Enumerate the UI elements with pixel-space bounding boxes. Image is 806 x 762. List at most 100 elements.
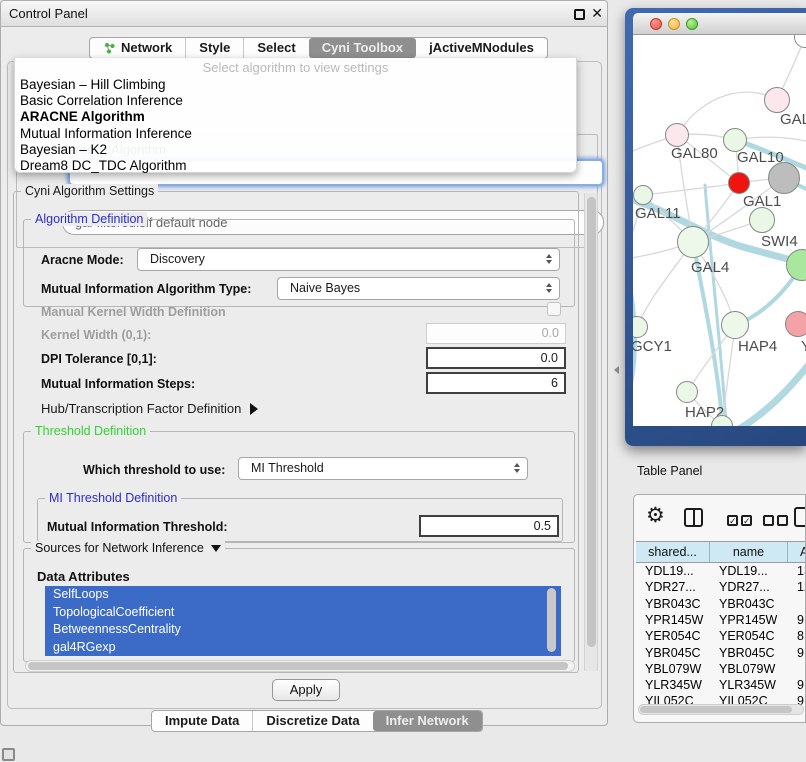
node-gal1[interactable] — [728, 172, 750, 194]
tab-style[interactable]: Style — [185, 38, 243, 58]
hub-definition-expander[interactable]: Hub/Transcription Factor Definition — [41, 401, 258, 416]
table-horizontal-scrollbar[interactable] — [638, 704, 804, 715]
table-cell: YLR345W — [710, 677, 788, 693]
tab-discretize-data[interactable]: Discretize Data — [252, 711, 372, 731]
tab-impute-data[interactable]: Impute Data — [152, 711, 252, 731]
data-attributes-list[interactable]: SelfLoopsTopologicalCoefficientBetweenne… — [45, 586, 561, 656]
node-label-gcy1: GCY1 — [633, 338, 672, 355]
node-y[interactable] — [785, 311, 806, 337]
sources-expander[interactable]: Sources for Network Inference — [31, 541, 225, 555]
select-all-icon[interactable] — [727, 515, 738, 526]
tab-label: Discretize Data — [266, 711, 359, 731]
manual-kernel-width-checkbox[interactable] — [547, 302, 561, 316]
table-cell: 9. — [788, 612, 806, 628]
kernel-width-label: Kernel Width (0,1): — [41, 328, 151, 342]
table-row[interactable]: YBL079WYBL079W — [636, 661, 806, 677]
settings-horizontal-scrollbar[interactable] — [25, 660, 575, 672]
which-threshold-value: MI Threshold — [251, 461, 324, 475]
mi-algorithm-type-value: Naive Bayes — [290, 281, 360, 295]
horizontal-scroll-thumb[interactable] — [28, 662, 568, 670]
table-row[interactable]: YDL19...YDL19...13 — [636, 563, 806, 579]
apply-button[interactable]: Apply — [272, 679, 340, 701]
algorithm-dropdown-placeholder: Select algorithm to view settings — [15, 60, 576, 75]
mac-zoom-button[interactable] — [686, 18, 698, 30]
network-canvas[interactable]: GALGAL80GAL10GAL1GAL11SWI4GAL4GCY1HAP4YH… — [633, 35, 806, 426]
algorithm-option-basic-correlation-inference[interactable]: Basic Correlation Inference — [19, 93, 572, 109]
split-columns-icon[interactable] — [684, 508, 703, 527]
node-gal11[interactable] — [633, 185, 653, 205]
settings-vertical-scrollbar[interactable] — [584, 193, 598, 671]
export-table-icon[interactable] — [794, 507, 806, 527]
collapse-down-icon[interactable] — [211, 545, 221, 552]
node-gal[interactable] — [764, 87, 790, 113]
table-row[interactable]: YDR27...YDR27...12 — [636, 579, 806, 595]
tab-jactivemnodules[interactable]: jActiveMNodules — [416, 38, 547, 58]
column-header-name[interactable]: name — [710, 542, 788, 562]
close-icon[interactable] — [591, 5, 603, 22]
node-hap2[interactable] — [676, 381, 698, 403]
expand-right-icon[interactable] — [250, 403, 258, 415]
aracne-mode-combobox[interactable]: Discovery — [137, 248, 560, 271]
table-cell: YDR27... — [636, 579, 710, 595]
mi-threshold-field[interactable]: 0.5 — [419, 515, 559, 537]
algorithm-option-aracne-algorithm[interactable]: ARACNE Algorithm — [19, 109, 572, 125]
table-row[interactable]: YBR043CYBR043C — [636, 596, 806, 612]
table-row[interactable]: YLR345WYLR345W9. — [636, 677, 806, 693]
table-cell: YDL19... — [710, 563, 788, 579]
algorithm-definition-title: Algorithm Definition — [31, 212, 147, 226]
mi-steps-field[interactable]: 6 — [426, 372, 566, 394]
column-header-shared[interactable]: shared... — [636, 542, 710, 562]
deselect-all-icon[interactable] — [763, 515, 774, 526]
algorithm-option-dream8-dc-tdc-algorithm[interactable]: Dream8 DC_TDC Algorithm — [19, 158, 572, 174]
attribute-betweennesscentrality[interactable]: BetweennessCentrality — [45, 621, 561, 639]
mi-algorithm-type-combobox[interactable]: Naive Bayes — [277, 277, 560, 300]
attributes-vertical-scrollbar[interactable] — [547, 588, 556, 652]
table-cell: YBL079W — [710, 661, 788, 677]
control-panel-titlebar[interactable]: Control Panel — [1, 1, 607, 27]
tab-network[interactable]: Network — [90, 38, 185, 58]
gear-icon[interactable] — [646, 505, 665, 526]
table-hscroll-thumb[interactable] — [640, 706, 792, 713]
kernel-width-field[interactable]: 0.0 — [426, 323, 566, 344]
network-window-titlebar[interactable] — [633, 13, 806, 35]
tab-label: Impute Data — [165, 711, 239, 731]
tab-infer-network[interactable]: Infer Network — [373, 711, 482, 731]
tab-label: Select — [257, 38, 295, 58]
node-hap4[interactable] — [721, 311, 749, 339]
tab-select[interactable]: Select — [243, 38, 308, 58]
algorithm-option-bayesian-hill-climbing[interactable]: Bayesian – Hill Climbing — [19, 77, 572, 93]
algorithm-dropdown-popup: Select algorithm to view settings Bayesi… — [14, 58, 577, 173]
node-gal4[interactable] — [677, 226, 709, 258]
attribute-gal4rgexp[interactable]: gal4RGexp — [45, 639, 561, 657]
mi-steps-label: Mutual Information Steps: — [41, 377, 195, 391]
node-label-gal4: GAL4 — [691, 259, 729, 276]
table-row[interactable]: YPR145WYPR145W9. — [636, 612, 806, 628]
tab-cyni-toolbox[interactable]: Cyni Toolbox — [309, 38, 416, 58]
table-cell: YPR145W — [636, 612, 710, 628]
network-node[interactable] — [768, 162, 800, 194]
node-swi4[interactable] — [749, 207, 775, 233]
splitter-collapse-icon[interactable] — [614, 366, 619, 374]
vertical-scroll-thumb[interactable] — [587, 197, 596, 647]
attribute-selfloops[interactable]: SelfLoops — [45, 586, 561, 604]
table-row[interactable]: YBR045CYBR045C9. — [636, 645, 806, 661]
spinner-arrows-icon — [546, 283, 552, 293]
mac-minimize-button[interactable] — [668, 18, 680, 30]
which-threshold-combobox[interactable]: MI Threshold — [238, 457, 528, 480]
algorithm-option-mutual-information-inference[interactable]: Mutual Information Inference — [19, 126, 572, 142]
column-header-a[interactable]: A — [788, 542, 806, 562]
collapsed-panel-icon[interactable] — [2, 748, 15, 761]
table-row[interactable]: YER054CYER054C8. — [636, 628, 806, 644]
algorithm-option-bayesian-k2[interactable]: Bayesian – K2 — [19, 142, 572, 158]
float-window-icon[interactable] — [574, 9, 585, 20]
node-gal80[interactable] — [665, 123, 689, 147]
deselect-all-icon[interactable] — [777, 515, 788, 526]
tab-label: Cyni Toolbox — [322, 38, 403, 58]
dpi-tolerance-field[interactable]: 0.0 — [426, 347, 566, 369]
table-cell: YDL19... — [636, 563, 710, 579]
network-icon — [103, 42, 116, 55]
attribute-topologicalcoefficient[interactable]: TopologicalCoefficient — [45, 604, 561, 622]
select-all-icon[interactable] — [741, 515, 752, 526]
table-cell: YBL079W — [636, 661, 710, 677]
mac-close-button[interactable] — [650, 18, 662, 30]
